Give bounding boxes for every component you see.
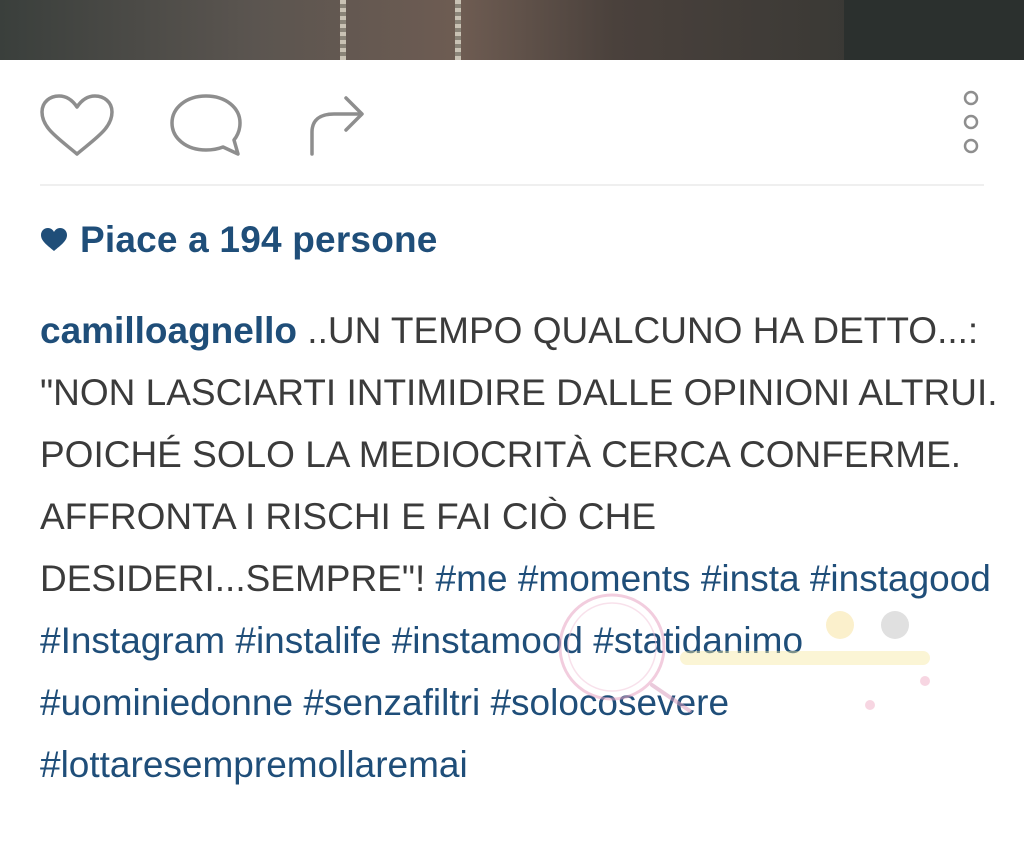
caption-text: ..UN TEMPO QUALCUNO HA DETTO...: "NON LA… [40, 310, 998, 599]
hashtag-link[interactable]: #me [436, 558, 508, 599]
hashtag-link[interactable]: #instagood [810, 558, 991, 599]
hashtag-link[interactable]: #instalife [235, 620, 381, 661]
hashtag-link[interactable]: #lottaresempremollaremai [40, 744, 468, 785]
heart-outline-icon [40, 94, 114, 156]
photo-detail [844, 0, 1024, 60]
hashtag-link[interactable]: #solocosevere [490, 682, 729, 723]
post-action-bar [0, 60, 1024, 184]
vertical-dots-icon [963, 90, 979, 154]
username-link[interactable]: camilloagnello [40, 310, 297, 351]
photo-detail [455, 0, 461, 60]
comment-button[interactable] [168, 92, 244, 158]
hashtag-link[interactable]: #moments [518, 558, 691, 599]
likes-count[interactable]: Piace a 194 persone [80, 219, 438, 261]
hashtag-link[interactable]: #uominiedonne [40, 682, 293, 723]
comment-bubble-icon [170, 94, 242, 156]
post-photo[interactable] [0, 0, 1024, 60]
photo-detail [340, 0, 346, 60]
like-button[interactable] [38, 92, 116, 158]
hashtag-link[interactable]: #instamood [392, 620, 583, 661]
heart-filled-icon [41, 228, 67, 251]
share-button[interactable] [306, 92, 368, 158]
share-arrow-icon [310, 96, 364, 156]
hashtag-link[interactable]: #statidanimo [593, 620, 803, 661]
hashtag-link[interactable]: #insta [701, 558, 800, 599]
section-divider [40, 184, 984, 186]
post-caption: camilloagnello ..UN TEMPO QUALCUNO HA DE… [40, 300, 1000, 796]
likes-row[interactable]: Piace a 194 persone [40, 218, 438, 262]
more-options-button[interactable] [958, 88, 984, 158]
hashtag-link[interactable]: #Instagram [40, 620, 225, 661]
hashtag-link[interactable]: #senzafiltri [303, 682, 480, 723]
